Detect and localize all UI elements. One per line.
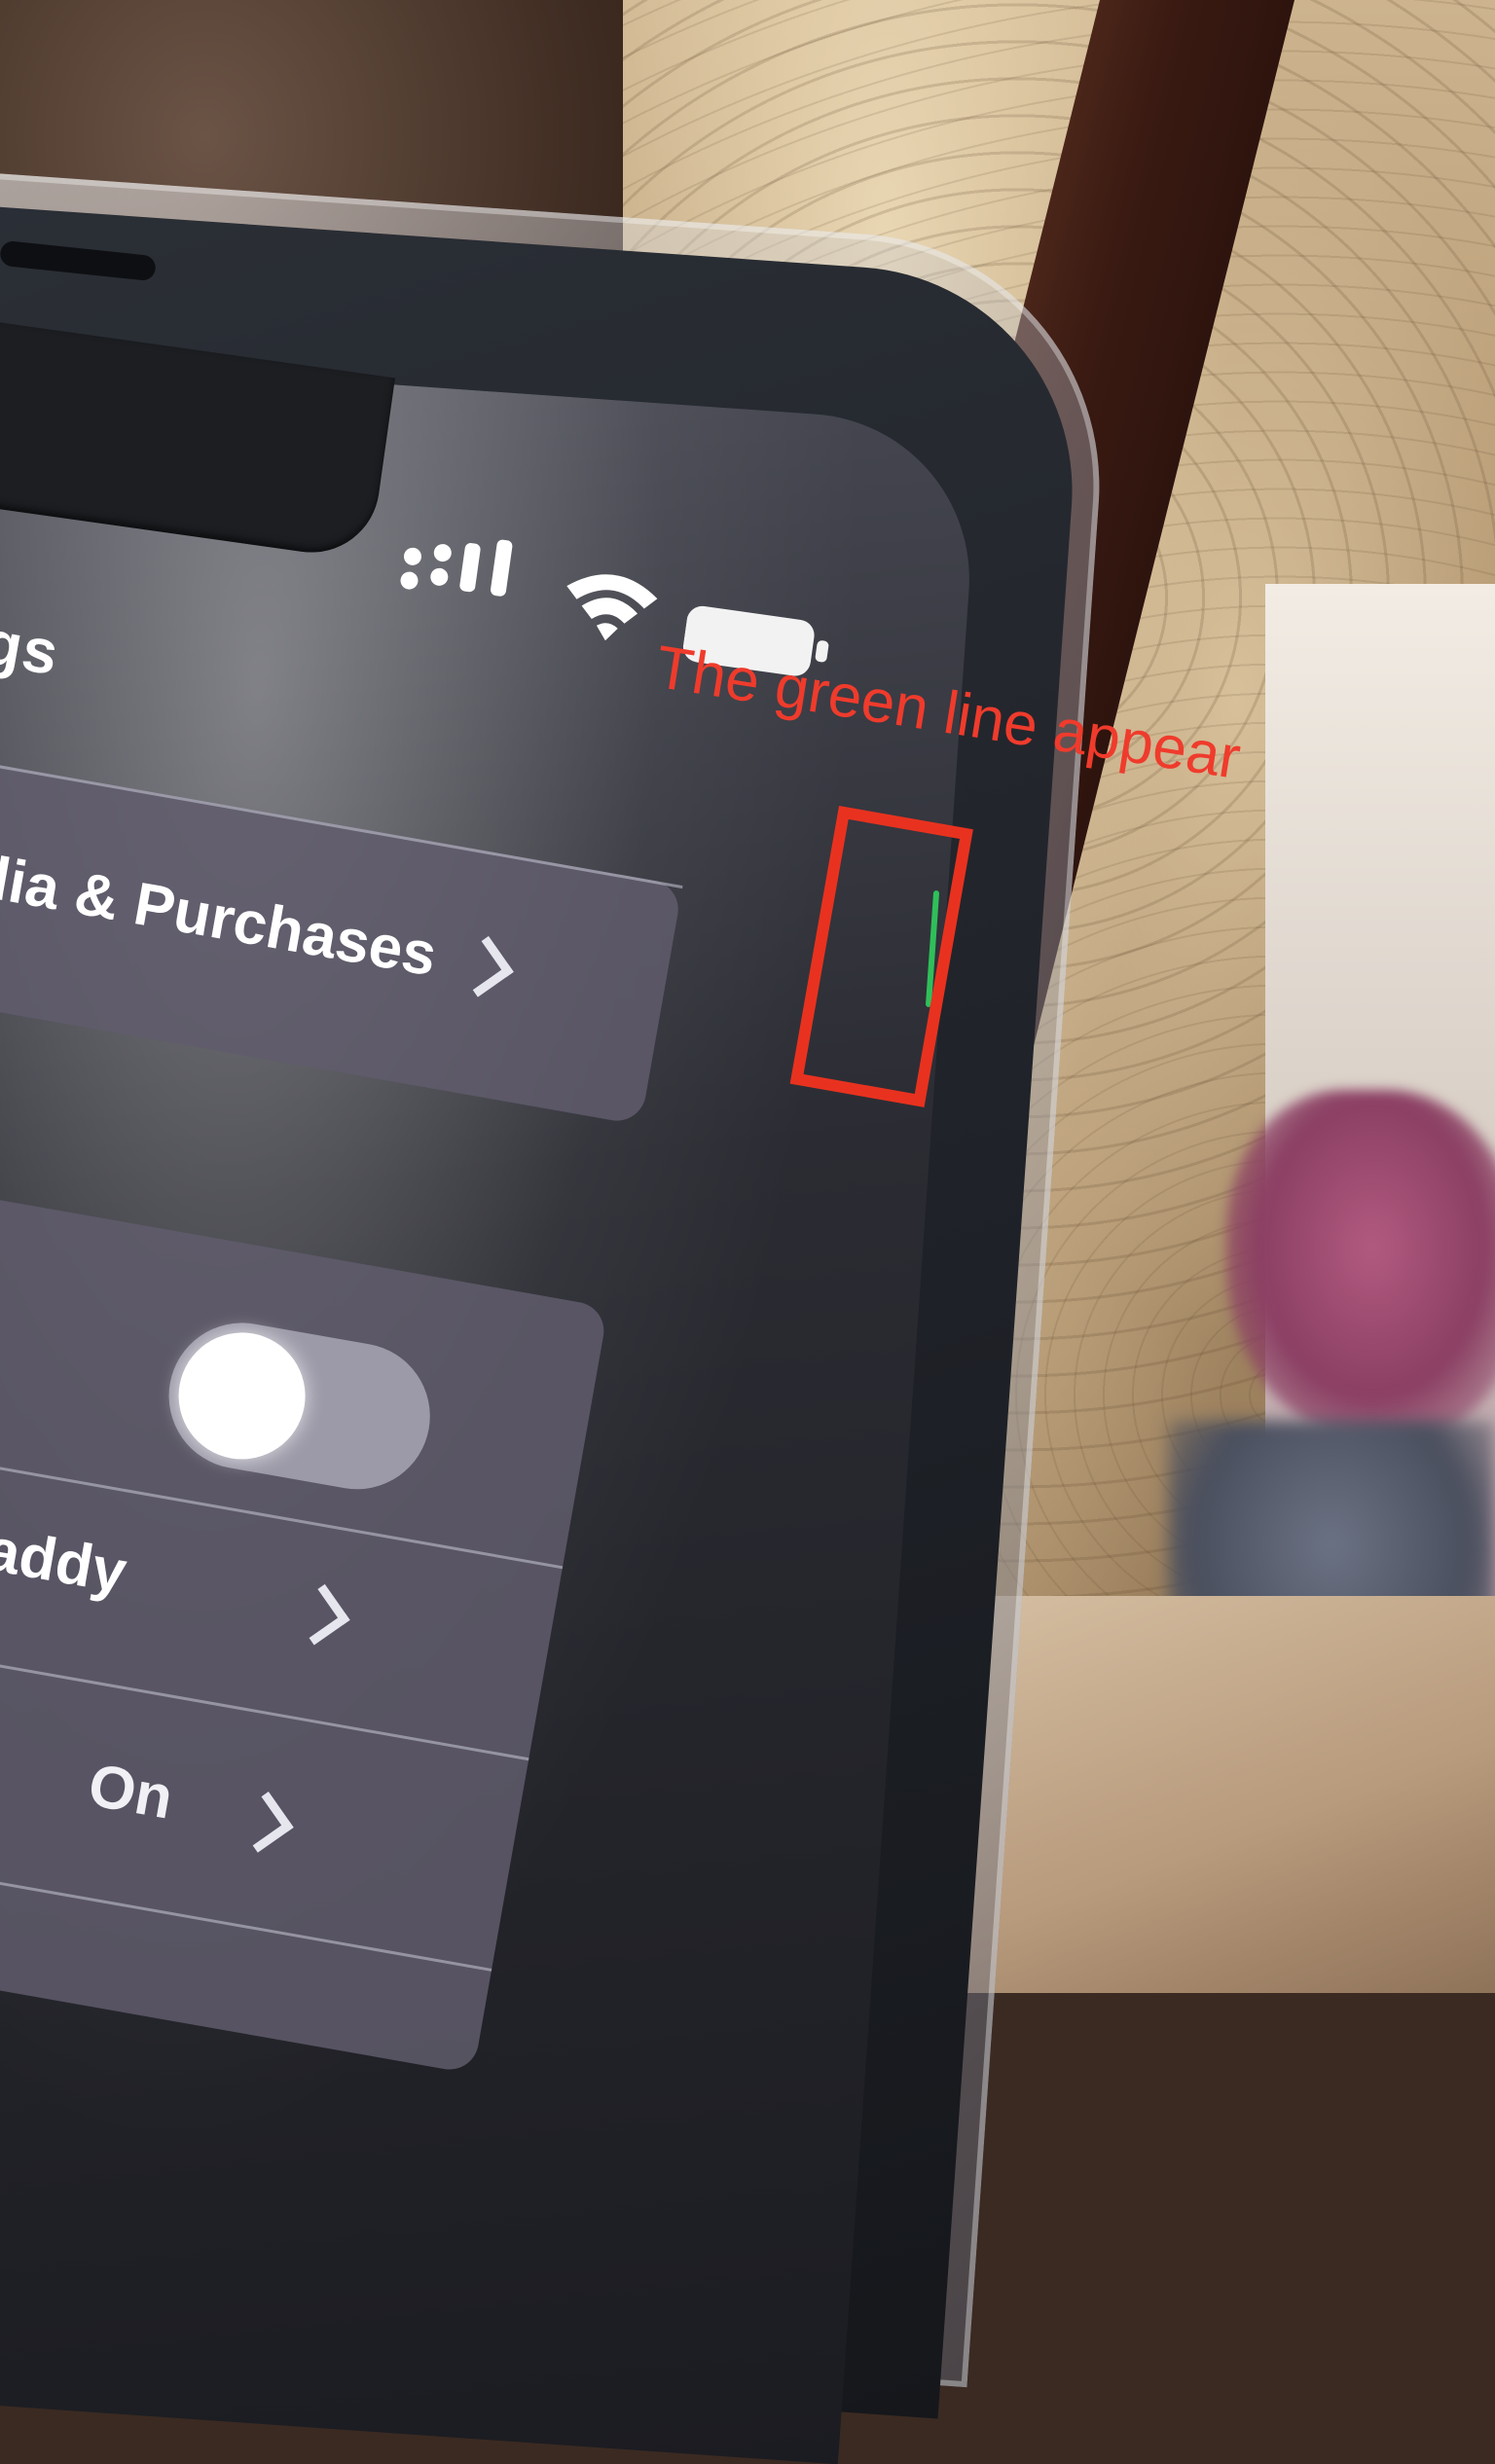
chevron-right-icon [233,1792,294,1853]
wifi-icon [566,574,658,641]
toggle-knob [168,1323,315,1469]
chevron-right-icon [288,1583,350,1646]
settings-group-2: / Hi to Daddy On [0,1169,609,2075]
chevron-right-icon [453,935,514,997]
row-media-purchases[interactable]: dia & Purchases [0,785,676,1097]
row-value: On [83,1751,178,1832]
page-title: gs [0,606,65,689]
row-label: dia & Purchases [0,841,442,990]
settings-group-1: dia & Purchases [0,746,683,1126]
row-label: / Hi to Daddy [0,1476,131,1607]
toggle-switch[interactable] [157,1311,442,1502]
